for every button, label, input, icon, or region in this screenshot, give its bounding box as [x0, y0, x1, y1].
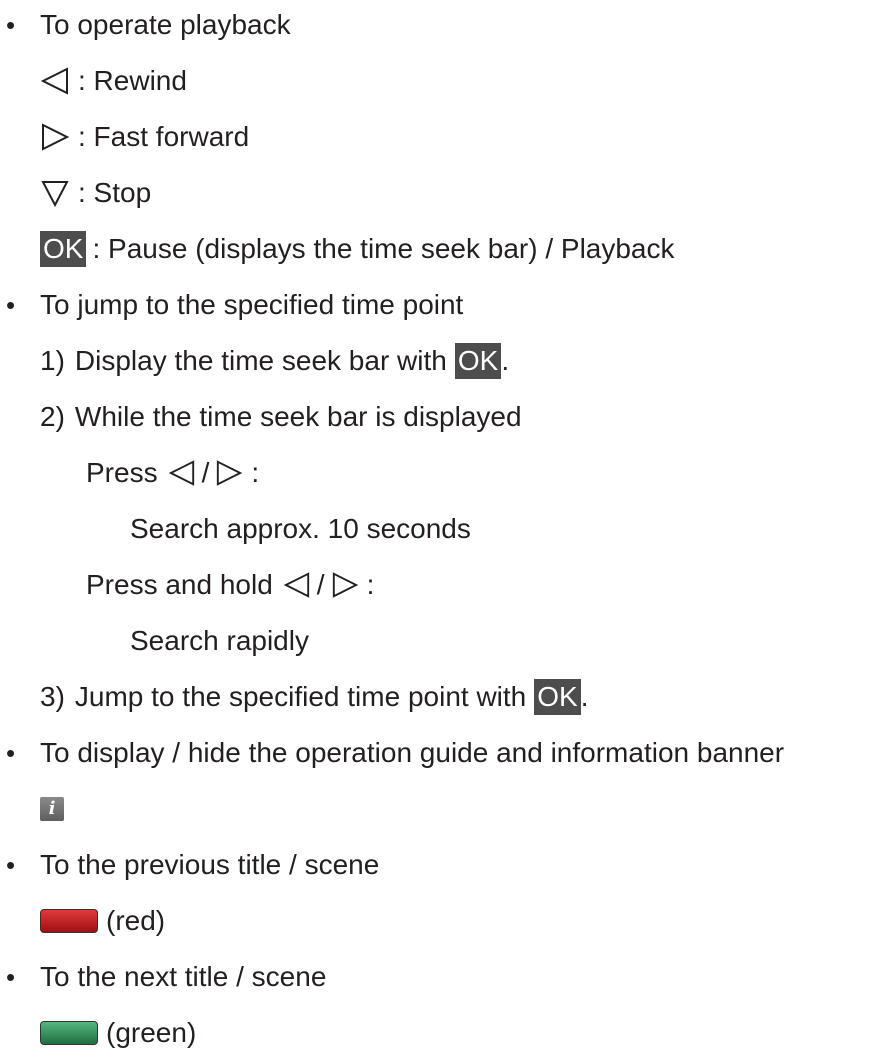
press-hold-line: Press and hold / : — [86, 565, 374, 605]
red-label: (red) — [106, 905, 166, 936]
bullet: • — [6, 10, 16, 40]
fast-forward-line: : Fast forward — [40, 117, 249, 157]
red-line: (red) — [40, 901, 165, 941]
right-triangle-icon — [332, 572, 358, 598]
step-number: 3) — [40, 681, 65, 712]
green-line: (green) — [40, 1013, 196, 1053]
left-triangle-icon — [283, 572, 309, 598]
info-line: i — [40, 789, 64, 829]
press-hold-description: Search rapidly — [130, 625, 309, 656]
jump-heading: To jump to the specified time point — [40, 289, 464, 320]
colon: : — [366, 569, 375, 600]
display-heading: To display / hide the operation guide an… — [40, 737, 785, 768]
press-hold-label: Press and hold — [86, 569, 273, 600]
right-triangle-icon — [42, 123, 70, 151]
step3-line: 3) Jump to the specified time point with… — [40, 677, 589, 717]
previous-heading: To the previous title / scene — [40, 849, 380, 880]
left-triangle-icon — [40, 67, 68, 95]
step-number: 2) — [40, 401, 65, 432]
stop-line: : Stop — [40, 173, 151, 213]
step-number: 1) — [40, 345, 65, 376]
green-label: (green) — [106, 1017, 197, 1048]
rewind-line: : Rewind — [40, 61, 187, 101]
right-triangle-icon — [217, 460, 243, 486]
green-button-icon — [40, 1021, 98, 1045]
next-heading: To the next title / scene — [40, 961, 327, 992]
press-hold-description-line: Search rapidly — [130, 621, 309, 661]
press-description: Search approx. 10 seconds — [130, 513, 471, 544]
red-button-icon — [40, 909, 98, 933]
bullet: • — [6, 290, 16, 320]
slash: / — [316, 569, 325, 600]
press-line: Press / : — [86, 453, 259, 493]
ok-key: OK — [454, 343, 502, 379]
press-label: Press — [86, 457, 158, 488]
bullet: • — [6, 962, 16, 992]
step1-line: 1) Display the time seek bar with OK . — [40, 341, 509, 381]
ok-description: : Pause (displays the time seek bar) / P… — [92, 233, 675, 264]
info-icon: i — [40, 797, 64, 821]
left-triangle-icon — [168, 460, 194, 486]
ok-line: OK : Pause (displays the time seek bar) … — [40, 229, 675, 269]
step3-text: Jump to the specified time point with — [74, 681, 527, 712]
fast-forward-label: : Fast forward — [78, 121, 250, 152]
slash: / — [201, 457, 210, 488]
step2-line: 2) While the time seek bar is displayed — [40, 397, 522, 437]
rewind-label: : Rewind — [78, 65, 187, 96]
period: . — [580, 681, 589, 712]
bullet: • — [6, 850, 16, 880]
step1-text: Display the time seek bar with — [74, 345, 447, 376]
step2-text: While the time seek bar is displayed — [74, 401, 522, 432]
ok-key: OK — [40, 231, 87, 267]
playback-heading: To operate playback — [40, 9, 291, 40]
period: . — [501, 345, 510, 376]
bullet: • — [6, 738, 16, 768]
down-triangle-icon — [41, 181, 69, 208]
press-description-line: Search approx. 10 seconds — [130, 509, 471, 549]
stop-label: : Stop — [78, 177, 152, 208]
colon: : — [251, 457, 260, 488]
ok-key: OK — [534, 679, 581, 715]
